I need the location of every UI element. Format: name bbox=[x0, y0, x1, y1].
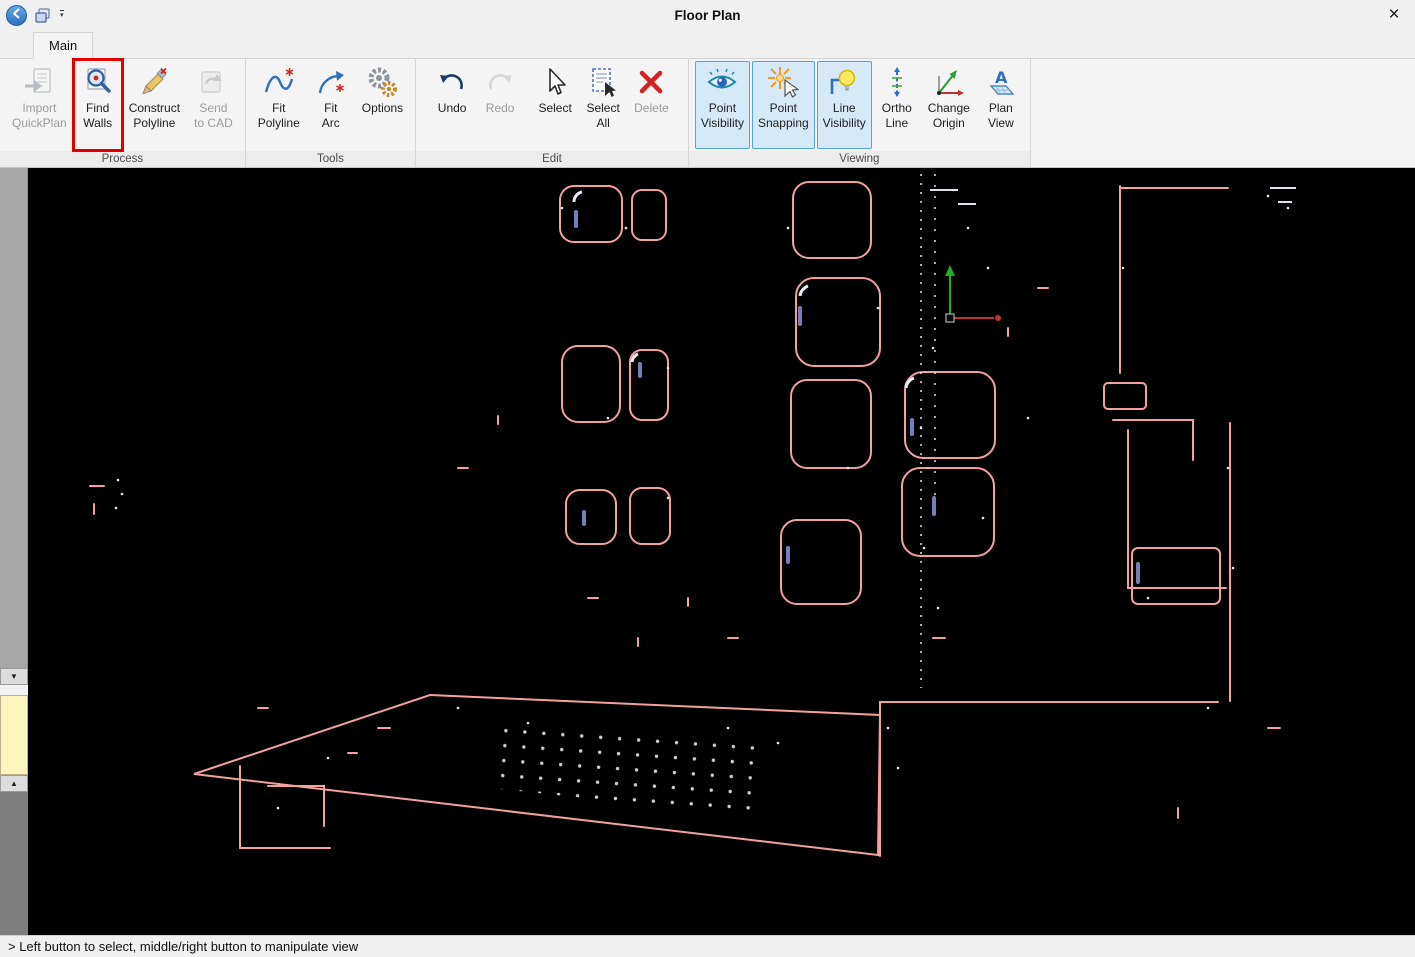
fit-polyline-button[interactable]: FitPolyline bbox=[252, 61, 306, 149]
status-message: > Left button to select, middle/right bu… bbox=[8, 939, 358, 954]
point-snapping-button[interactable]: PointSnapping bbox=[752, 61, 815, 149]
fit-polyline-icon bbox=[263, 66, 295, 98]
select-all-icon bbox=[587, 66, 619, 98]
line-visibility-bulb-icon bbox=[828, 66, 860, 98]
close-button[interactable]: × bbox=[1379, 0, 1409, 31]
change-origin-axes-icon bbox=[933, 66, 965, 98]
color-swatch-panel[interactable] bbox=[0, 695, 28, 775]
workspace: ▼ ▲ bbox=[0, 168, 1415, 935]
import-quickplan-icon bbox=[23, 66, 55, 98]
strip-upper-area bbox=[0, 168, 28, 668]
construct-polyline-icon bbox=[138, 66, 170, 98]
redo-icon bbox=[484, 66, 516, 98]
group-title-process: Process bbox=[0, 151, 245, 167]
select-cursor-icon bbox=[539, 66, 571, 98]
ortho-line-icon bbox=[881, 66, 913, 98]
plan-view-button[interactable]: A PlanView bbox=[978, 61, 1024, 149]
select-all-button[interactable]: SelectAll bbox=[580, 61, 626, 149]
ribbon-group-tools: FitPolyline FitArc bbox=[246, 59, 416, 167]
line-visibility-button[interactable]: LineVisibility bbox=[817, 61, 872, 149]
options-button[interactable]: Options bbox=[356, 61, 409, 149]
point-visibility-button[interactable]: PointVisibility bbox=[695, 61, 750, 149]
delete-button[interactable]: Delete bbox=[628, 61, 675, 149]
point-snapping-icon bbox=[767, 66, 799, 98]
group-title-tools: Tools bbox=[246, 151, 415, 167]
ribbon-empty-area bbox=[1031, 59, 1415, 167]
undo-icon bbox=[436, 66, 468, 98]
find-walls-button[interactable]: FindWalls bbox=[75, 61, 121, 149]
construct-polyline-button[interactable]: ConstructPolyline bbox=[123, 61, 186, 149]
fit-arc-icon bbox=[315, 66, 347, 98]
left-panel-strip: ▼ ▲ bbox=[0, 168, 28, 935]
group-title-viewing: Viewing bbox=[689, 151, 1030, 167]
app: ▾ Floor Plan × Main Imp bbox=[0, 0, 1415, 957]
select-button[interactable]: Select bbox=[532, 61, 578, 149]
ortho-line-button[interactable]: OrthoLine bbox=[874, 61, 920, 149]
scroll-down-button[interactable]: ▼ bbox=[0, 668, 28, 685]
status-bar: > Left button to select, middle/right bu… bbox=[0, 935, 1415, 957]
send-to-cad-button[interactable]: Sendto CAD bbox=[188, 61, 239, 149]
window-title: Floor Plan bbox=[0, 0, 1415, 31]
point-cloud-viewport[interactable] bbox=[28, 168, 1415, 935]
send-to-cad-icon bbox=[197, 66, 229, 98]
scroll-up-button[interactable]: ▲ bbox=[0, 775, 28, 792]
find-walls-icon bbox=[82, 66, 114, 98]
group-title-edit: Edit bbox=[416, 151, 688, 167]
point-visibility-eye-icon bbox=[706, 66, 738, 98]
undo-button[interactable]: Undo bbox=[429, 61, 475, 149]
ribbon: ImportQuickPlan FindWalls bbox=[0, 59, 1415, 168]
plan-view-icon: A bbox=[985, 66, 1017, 98]
strip-lower-area bbox=[0, 792, 28, 935]
point-cloud-render bbox=[28, 168, 1415, 935]
delete-x-icon bbox=[635, 66, 667, 98]
titlebar: ▾ Floor Plan × bbox=[0, 0, 1415, 31]
strip-gap bbox=[0, 685, 28, 695]
tab-main[interactable]: Main bbox=[33, 32, 93, 59]
ribbon-group-edit: Undo Redo bbox=[416, 59, 689, 167]
options-gears-icon bbox=[366, 66, 398, 98]
fit-arc-button[interactable]: FitArc bbox=[308, 61, 354, 149]
change-origin-button[interactable]: ChangeOrigin bbox=[922, 61, 976, 149]
ribbon-group-viewing: PointVisibility PointSnapping bbox=[689, 59, 1031, 167]
svg-text:A: A bbox=[995, 68, 1008, 87]
redo-button[interactable]: Redo bbox=[477, 61, 523, 149]
ribbon-group-process: ImportQuickPlan FindWalls bbox=[0, 59, 246, 167]
tab-row: Main bbox=[0, 31, 1415, 59]
import-quickplan-button[interactable]: ImportQuickPlan bbox=[6, 61, 73, 149]
